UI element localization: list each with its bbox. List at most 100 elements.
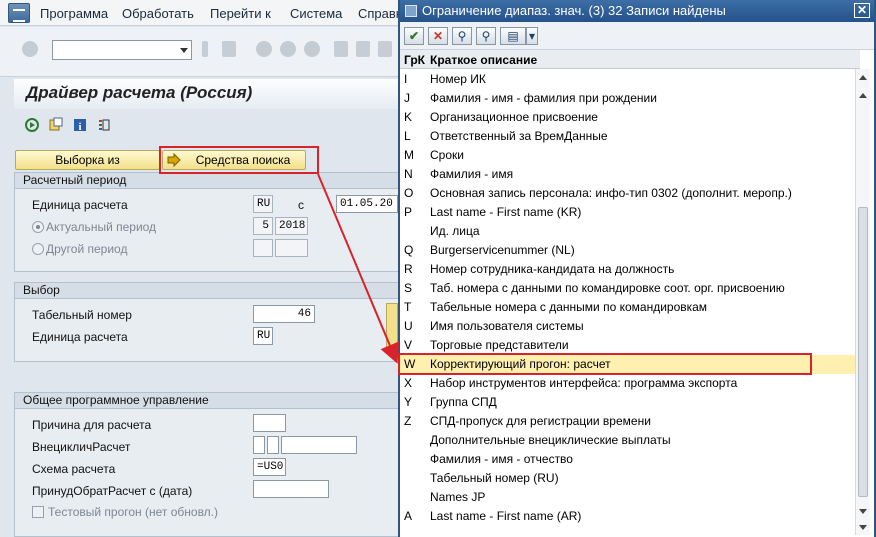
print-icon[interactable]: ▤ (500, 27, 526, 45)
chevron-down-icon[interactable] (180, 48, 188, 53)
reason-field[interactable] (253, 414, 286, 432)
command-field[interactable] (52, 40, 192, 60)
menu-system[interactable]: Система (290, 6, 342, 21)
cancel-icon[interactable]: ✕ (428, 27, 448, 45)
list-item[interactable]: W Корректирующий прогон: расчет (400, 355, 860, 374)
list-item[interactable]: J Фамилия - имя - фамилия при рождении (400, 89, 860, 108)
print-icon[interactable] (334, 41, 348, 57)
list-item[interactable]: Y Группа СПД (400, 393, 860, 412)
list-item-key: T (404, 300, 412, 314)
search-tools-button[interactable]: Средства поиска (162, 150, 306, 170)
schema-field[interactable]: =US0 (253, 458, 286, 476)
menu-edit[interactable]: Обработать (122, 6, 194, 21)
control-group-title: Общее программное управление (15, 393, 401, 409)
list-item[interactable]: Z СПД-пропуск для регистрации времени (400, 412, 860, 431)
list-item[interactable]: Табельный номер (RU) (400, 469, 860, 488)
list-item-description: Names JP (430, 490, 486, 504)
cancel-icon[interactable] (304, 41, 320, 57)
list-item[interactable]: Q Burgerservicenummer (NL) (400, 241, 860, 260)
list-item[interactable]: T Табельные номера с данными по командиро… (400, 298, 860, 317)
chevron-down-icon[interactable]: ▾ (526, 27, 538, 45)
list-item-key: L (404, 129, 411, 143)
list-item-description: Фамилия - имя - отчество (430, 452, 573, 466)
selection-group: Выбор (14, 282, 402, 362)
list-item-description: Last name - First name (AR) (430, 509, 582, 523)
save-icon[interactable] (222, 41, 236, 57)
list-item[interactable]: Ид. лица (400, 222, 860, 241)
binoculars-icon[interactable]: ⚲ (452, 27, 472, 45)
scroll-down-icon[interactable] (859, 525, 867, 530)
scroll-up-icon[interactable] (859, 75, 867, 80)
list-item[interactable]: K Организационное присвоение (400, 108, 860, 127)
list-item[interactable]: R Номер сотрудника-кандидата на должность (400, 260, 860, 279)
back-icon[interactable] (256, 41, 272, 57)
list-icon[interactable] (96, 117, 112, 133)
page-up-icon[interactable] (859, 93, 867, 98)
list-item[interactable]: L Ответственный за ВремДанные (400, 127, 860, 146)
separator-icon (202, 41, 208, 57)
list-item[interactable]: X Набор инструментов интерфейса: программ… (400, 374, 860, 393)
period-year-field[interactable]: 2018 (275, 217, 308, 235)
arrow-right-icon (167, 153, 181, 167)
list-item[interactable]: M Сроки (400, 146, 860, 165)
list-item[interactable]: S Таб. номера с данными по командировке с… (400, 279, 860, 298)
list-item-description: Группа СПД (430, 395, 497, 409)
list-item-description: Сроки (430, 148, 464, 162)
list-item[interactable]: P Last name - First name (KR) (400, 203, 860, 222)
list-item-key: I (404, 72, 408, 86)
menu-program[interactable]: Программа (40, 6, 108, 21)
selection-from-button[interactable]: Выборка из (15, 150, 160, 170)
menu-help[interactable]: Справк (358, 6, 401, 21)
enter-icon[interactable] (22, 41, 38, 57)
find-next-icon[interactable] (378, 41, 392, 57)
list-item[interactable]: V Торговые представители (400, 336, 860, 355)
menu-goto[interactable]: Перейти к (210, 6, 271, 21)
list-item-description: Организационное присвоение (430, 110, 598, 124)
other-period-field-2[interactable] (275, 239, 308, 257)
offcycle-field-3[interactable] (281, 436, 357, 454)
personnel-number-field[interactable]: 46 (253, 305, 315, 323)
find-next-icon[interactable]: ⚲ (476, 27, 496, 45)
test-run-checkbox[interactable] (32, 506, 44, 518)
list-item[interactable]: A Last name - First name (AR) (400, 507, 860, 526)
selection-unit-field[interactable]: RU (253, 327, 273, 345)
close-icon[interactable]: ✕ (854, 3, 870, 18)
list-item-description: Номер ИК (430, 72, 486, 86)
dialog-icon (405, 5, 417, 17)
list-item-key: A (404, 509, 413, 523)
system-menu-icon[interactable] (8, 3, 30, 23)
period-number-field[interactable]: 5 (253, 217, 273, 235)
confirm-icon[interactable]: ✔ (404, 27, 424, 45)
other-period-radio[interactable] (32, 243, 44, 255)
list-item[interactable]: Names JP (400, 488, 860, 507)
variants-icon[interactable] (48, 117, 64, 133)
forced-recalc-field[interactable] (253, 480, 329, 498)
list-item[interactable]: U Имя пользователя системы (400, 317, 860, 336)
scroll-thumb[interactable] (858, 207, 868, 497)
list-item-key: J (404, 91, 410, 105)
list-item[interactable]: N Фамилия - имя (400, 165, 860, 184)
list-item-description: Табельные номера с данными по командиров… (430, 300, 708, 314)
list-item-key: K (404, 110, 413, 124)
list-item-description: СПД-пропуск для регистрации времени (430, 414, 651, 428)
offcycle-field-1[interactable] (253, 436, 265, 454)
list-item-key: M (404, 148, 414, 162)
multiple-selection-button[interactable] (386, 303, 398, 348)
offcycle-field-2[interactable] (267, 436, 279, 454)
vertical-scrollbar[interactable] (855, 69, 870, 535)
current-period-radio[interactable] (32, 221, 44, 233)
exit-icon[interactable] (280, 41, 296, 57)
execute-icon[interactable] (24, 117, 40, 133)
list-item[interactable]: I Номер ИК (400, 70, 860, 89)
list-item[interactable]: O Основная запись персонала: инфо-тип 030… (400, 184, 860, 203)
list-item[interactable]: Фамилия - имя - отчество (400, 450, 860, 469)
date-field[interactable]: 01.05.20 (336, 195, 398, 213)
other-period-field-1[interactable] (253, 239, 273, 257)
column-description: Краткое описание (430, 53, 538, 67)
find-icon[interactable] (356, 41, 370, 57)
list-item[interactable]: Дополнительные внециклические выплаты (400, 431, 860, 450)
info-icon[interactable]: i (72, 117, 88, 133)
unit-field[interactable]: RU (253, 195, 273, 213)
page-down-icon[interactable] (859, 509, 867, 514)
reason-label: Причина для расчета (32, 418, 152, 432)
